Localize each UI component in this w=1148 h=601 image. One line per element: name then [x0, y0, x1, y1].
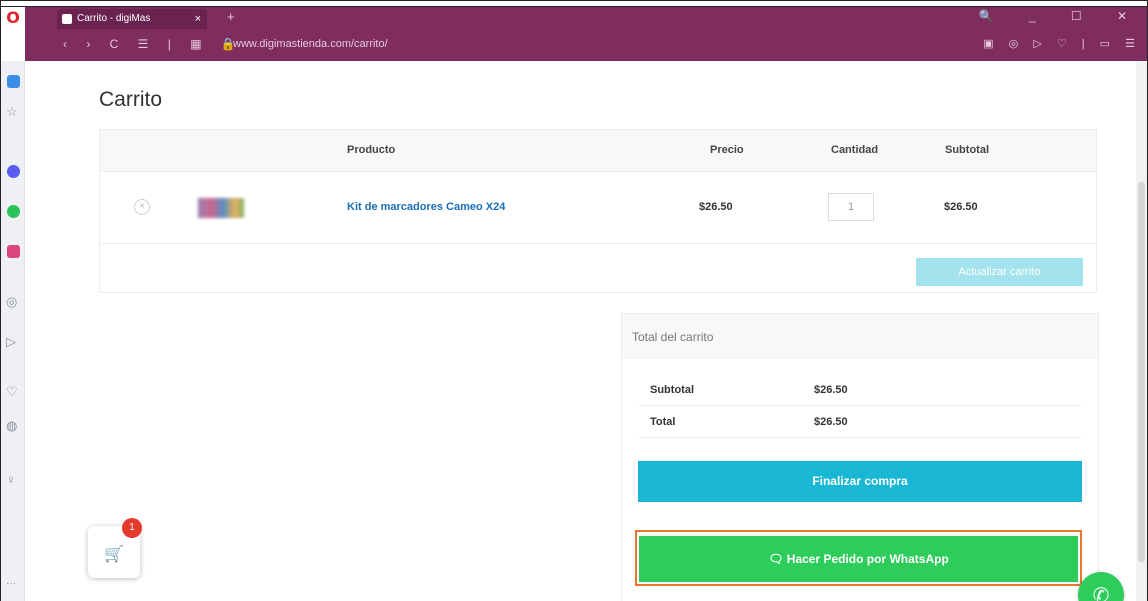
- table-header: Producto Precio Cantidad Subtotal: [100, 130, 1096, 172]
- total-row: Total $26.50: [638, 406, 1082, 438]
- subtotal-row: Subtotal $26.50: [638, 374, 1082, 406]
- quantity-input[interactable]: [828, 193, 874, 221]
- cart-totals-header: Total del carrito: [622, 314, 1098, 358]
- cart-icon: 🛒: [104, 544, 124, 563]
- cart-totals-title: Total del carrito: [632, 330, 714, 344]
- product-price: $26.50: [699, 201, 733, 213]
- more-icon[interactable]: ···: [6, 577, 16, 590]
- subtotal-value: $26.50: [814, 384, 848, 396]
- nav-controls[interactable]: ‹ › C ☰ | ▦ 🔒: [63, 37, 244, 51]
- window-controls[interactable]: 🔍 _ ☐ ✕: [979, 9, 1143, 23]
- tab-carrito[interactable]: Carrito - digiMas ×: [57, 9, 207, 29]
- subtotal-label: Subtotal: [650, 384, 694, 396]
- favicon-icon: [62, 14, 72, 24]
- page-scrollbar[interactable]: [1136, 62, 1147, 601]
- header-subtotal: Subtotal: [945, 144, 989, 156]
- extension-icons[interactable]: ▣ ◎ ▷ ♡ | ▭ ☰: [983, 37, 1141, 50]
- total-value: $26.50: [814, 416, 848, 428]
- header-price: Precio: [710, 144, 744, 156]
- cart-count-badge: 1: [122, 518, 142, 538]
- table-row: × Kit de marcadores Cameo X24 $26.50 $26…: [100, 172, 1096, 244]
- page-title: Carrito: [99, 88, 163, 111]
- music-icon[interactable]: ◎: [6, 295, 17, 308]
- product-subtotal: $26.50: [944, 201, 978, 213]
- product-link[interactable]: Kit de marcadores Cameo X24: [347, 201, 505, 213]
- new-tab-button[interactable]: +: [227, 9, 235, 24]
- whatsapp-sidebar-icon[interactable]: [7, 205, 20, 218]
- scrollbar-thumb[interactable]: [1138, 182, 1145, 562]
- heart-icon[interactable]: ♡: [6, 385, 18, 398]
- floating-cart-button[interactable]: 🛒 1: [88, 518, 142, 578]
- update-cart-button[interactable]: Actualizar carrito: [916, 258, 1083, 286]
- opera-logo-icon[interactable]: O: [1, 7, 25, 29]
- address-bar: ‹ › C ☰ | ▦ 🔒 www.digimastienda.com/carr…: [25, 29, 1147, 61]
- checkout-button[interactable]: Finalizar compra: [638, 461, 1082, 502]
- tab-bar: Carrito - digiMas × + 🔍 _ ☐ ✕: [25, 7, 1147, 29]
- tab-title: Carrito - digiMas: [77, 13, 151, 24]
- workspace-icon[interactable]: [7, 75, 20, 88]
- send-icon[interactable]: ▷: [6, 335, 16, 348]
- cart-table: Producto Precio Cantidad Subtotal × Kit …: [99, 129, 1097, 293]
- instagram-icon[interactable]: [7, 245, 20, 258]
- history-icon[interactable]: ◍: [6, 419, 17, 432]
- browser-sidebar: ☆ ◎ ▷ ♡ ◍ ♀ ···: [1, 61, 25, 601]
- browser-window: O Carrito - digiMas × + 🔍 _ ☐ ✕ ‹ › C ☰ …: [0, 0, 1148, 601]
- header-quantity: Cantidad: [831, 144, 879, 156]
- whatsapp-order-button[interactable]: 🗨 Hacer Pedido por WhatsApp: [639, 536, 1078, 582]
- lightbulb-icon[interactable]: ♀: [6, 473, 16, 486]
- url-field[interactable]: www.digimastienda.com/carrito/: [233, 38, 388, 50]
- messenger-icon[interactable]: [7, 165, 20, 178]
- cart-totals: Total del carrito Subtotal $26.50 Total …: [621, 313, 1099, 601]
- total-label: Total: [650, 416, 676, 428]
- product-thumbnail[interactable]: [198, 198, 244, 218]
- star-icon[interactable]: ☆: [6, 105, 18, 118]
- tab-close-icon[interactable]: ×: [195, 9, 201, 29]
- page-content: Carrito Producto Precio Cantidad Subtota…: [26, 62, 1138, 601]
- header-product: Producto: [347, 144, 396, 156]
- remove-item-icon[interactable]: ×: [134, 199, 150, 215]
